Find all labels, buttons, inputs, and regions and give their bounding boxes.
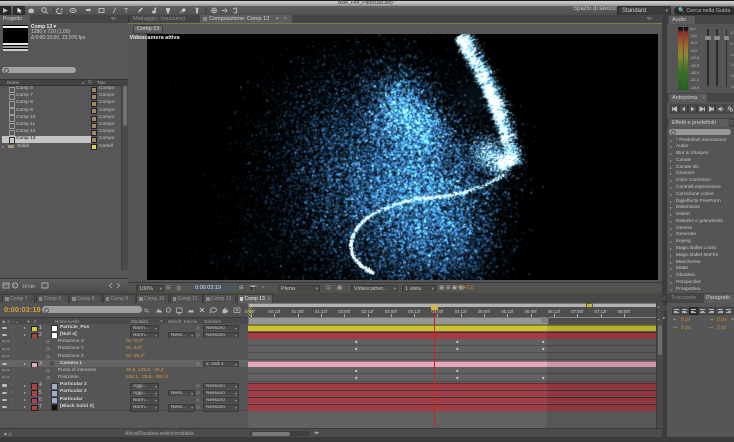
svg-text:⇆: ⇆ [144,307,149,314]
svg-text:T: T [124,8,129,15]
svg-text:16 bpc: 16 bpc [22,284,36,289]
svg-text:i: i [14,284,15,290]
